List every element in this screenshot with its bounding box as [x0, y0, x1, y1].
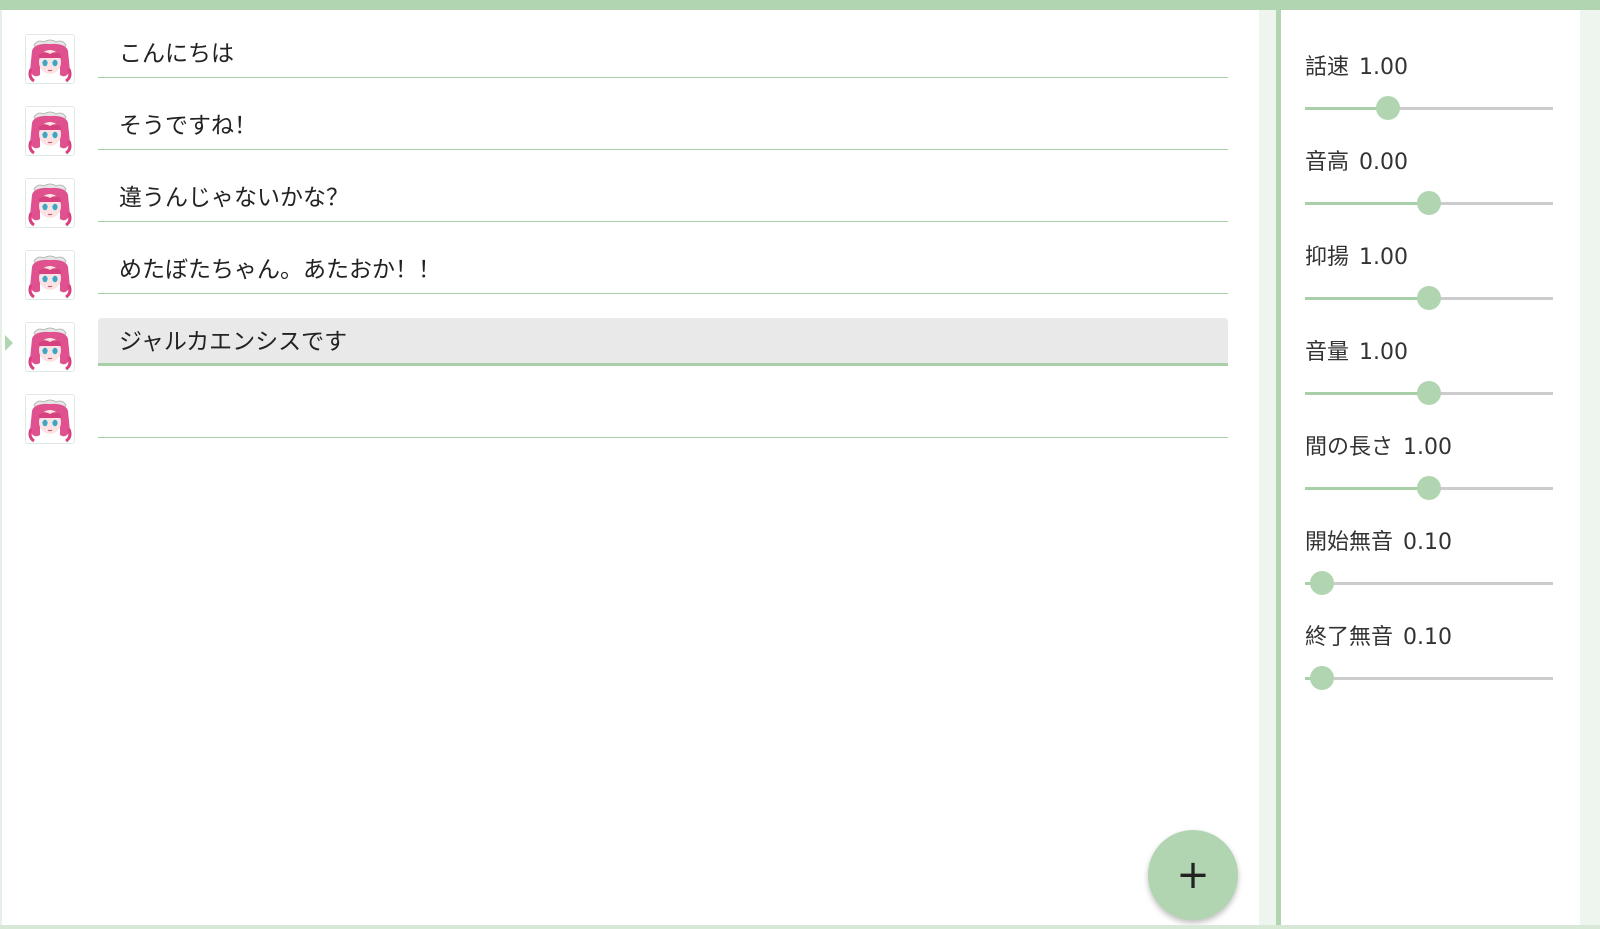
- list-item[interactable]: そうですね！: [2, 94, 1259, 166]
- param-speed: 話速 1.00: [1305, 53, 1553, 148]
- param-label: 話速 1.00: [1305, 53, 1408, 83]
- slider-fill: [1305, 487, 1429, 490]
- list-item[interactable]: めたぼたちゃん。あたおか！！: [2, 238, 1259, 310]
- param-value: 0.10: [1403, 530, 1452, 555]
- bottom-edge: [0, 925, 1600, 929]
- param-value: 1.00: [1403, 435, 1452, 460]
- character-avatar-icon[interactable]: [25, 250, 75, 300]
- audio-cell-list: こんにちは そうですね！ 違うんじゃないかな？ めたぼたちゃん。あたおか！！ ジ…: [2, 10, 1259, 925]
- slider-fill: [1305, 297, 1429, 300]
- param-pitch: 音高 0.00: [1305, 148, 1553, 243]
- speed-slider[interactable]: [1305, 93, 1553, 123]
- character-avatar-icon[interactable]: [25, 178, 75, 228]
- param-name: 開始無音: [1305, 530, 1394, 555]
- intonation-slider[interactable]: [1305, 283, 1553, 313]
- param-name: 音高: [1305, 150, 1350, 175]
- param-label: 音高 0.00: [1305, 148, 1408, 178]
- slider-thumb[interactable]: [1310, 666, 1334, 690]
- character-avatar-icon[interactable]: [25, 394, 75, 444]
- param-name: 間の長さ: [1305, 435, 1394, 460]
- pitch-slider[interactable]: [1305, 188, 1553, 218]
- list-item[interactable]: こんにちは: [2, 22, 1259, 94]
- text-input[interactable]: ジャルカエンシスです: [98, 318, 1228, 366]
- param-name: 抑揚: [1305, 245, 1350, 270]
- param-label: 音量 1.00: [1305, 338, 1408, 368]
- slider-thumb[interactable]: [1417, 381, 1441, 405]
- param-label: 抑揚 1.00: [1305, 243, 1408, 273]
- slider-track[interactable]: [1305, 677, 1553, 680]
- list-item[interactable]: [2, 382, 1259, 454]
- slider-fill: [1305, 202, 1429, 205]
- text-input[interactable]: めたぼたちゃん。あたおか！！: [98, 246, 1228, 294]
- slider-fill: [1305, 392, 1429, 395]
- app-window: こんにちは そうですね！ 違うんじゃないかな？ めたぼたちゃん。あたおか！！ ジ…: [0, 0, 1600, 929]
- pause-length-slider[interactable]: [1305, 473, 1553, 503]
- slider-thumb[interactable]: [1417, 191, 1441, 215]
- slider-thumb[interactable]: [1310, 571, 1334, 595]
- character-avatar-icon[interactable]: [25, 322, 75, 372]
- param-intonation: 抑揚 1.00: [1305, 243, 1553, 338]
- param-pre-silence: 開始無音 0.10: [1305, 528, 1553, 623]
- list-item[interactable]: 違うんじゃないかな？: [2, 166, 1259, 238]
- list-scrollbar[interactable]: [1259, 10, 1276, 925]
- param-value: 1.00: [1359, 245, 1408, 270]
- post-silence-slider[interactable]: [1305, 663, 1553, 693]
- text-input[interactable]: そうですね！: [98, 102, 1228, 150]
- text-input[interactable]: こんにちは: [98, 30, 1228, 78]
- volume-slider[interactable]: [1305, 378, 1553, 408]
- param-post-silence: 終了無音 0.10: [1305, 623, 1553, 718]
- plus-icon: +: [1176, 852, 1210, 898]
- text-input[interactable]: [98, 390, 1228, 438]
- param-name: 終了無音: [1305, 625, 1394, 650]
- param-value: 1.00: [1359, 55, 1408, 80]
- active-row-marker-icon: [5, 335, 13, 351]
- param-value: 1.00: [1359, 340, 1408, 365]
- character-avatar-icon[interactable]: [25, 106, 75, 156]
- pre-silence-slider[interactable]: [1305, 568, 1553, 598]
- param-label: 終了無音 0.10: [1305, 623, 1452, 653]
- slider-thumb[interactable]: [1417, 286, 1441, 310]
- slider-track[interactable]: [1305, 582, 1553, 585]
- param-value: 0.10: [1403, 625, 1452, 650]
- param-name: 音量: [1305, 340, 1350, 365]
- right-edge: [1580, 10, 1600, 925]
- param-label: 開始無音 0.10: [1305, 528, 1452, 558]
- param-name: 話速: [1305, 55, 1350, 80]
- slider-thumb[interactable]: [1376, 96, 1400, 120]
- param-value: 0.00: [1359, 150, 1408, 175]
- character-avatar-icon[interactable]: [25, 34, 75, 84]
- text-input[interactable]: 違うんじゃないかな？: [98, 174, 1228, 222]
- param-label: 間の長さ 1.00: [1305, 433, 1452, 463]
- param-volume: 音量 1.00: [1305, 338, 1553, 433]
- slider-thumb[interactable]: [1417, 476, 1441, 500]
- parameter-panel: 話速 1.00 音高 0.00 抑揚 1.00 音量 1.00 間の長さ 1.00 開始無…: [1281, 10, 1580, 925]
- list-item-active[interactable]: ジャルカエンシスです: [2, 310, 1259, 382]
- add-cell-button[interactable]: +: [1148, 830, 1238, 920]
- param-pause-length: 間の長さ 1.00: [1305, 433, 1553, 528]
- top-accent-bar: [0, 0, 1600, 10]
